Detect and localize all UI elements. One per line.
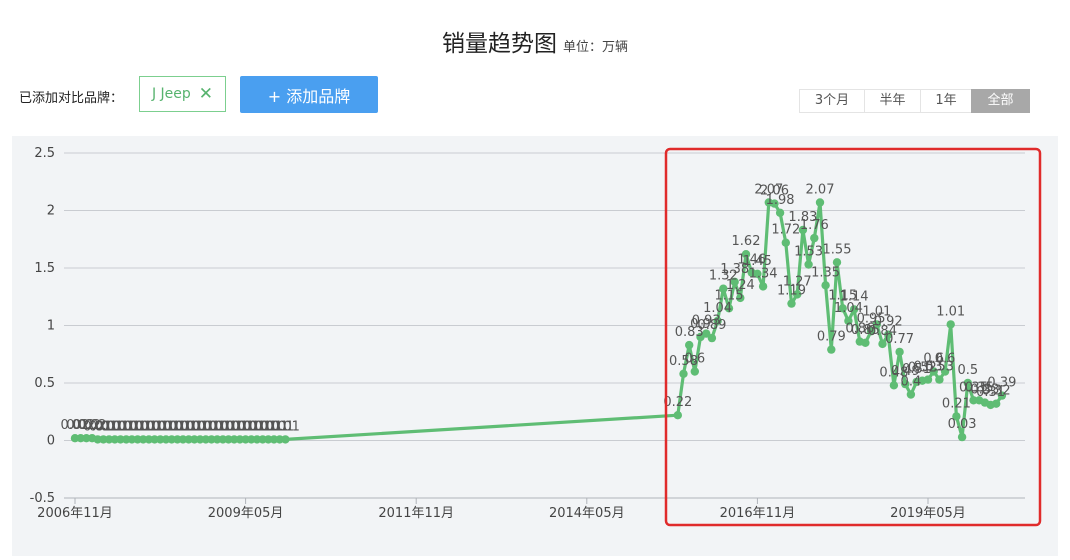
data-label: 1.76 [800, 218, 829, 233]
data-point [815, 198, 825, 207]
data-label: 1.53 [794, 245, 823, 260]
data-label: 0.39 [987, 376, 1016, 391]
data-label: 0.03 [948, 417, 977, 432]
data-label: 1.62 [732, 234, 761, 249]
data-label: 0.6 [935, 352, 956, 367]
data-point [685, 340, 694, 350]
data-label: 0.01 [271, 419, 300, 434]
data-point [281, 435, 290, 444]
line-chart: -0.5 0 0.5 1 1.5 2 2.5 2006年11月 2009年05月 2011年11月… [30, 146, 1042, 527]
data-point [992, 399, 1001, 408]
data-label: 0.79 [817, 330, 846, 345]
y-tick-label: 2 [47, 204, 55, 219]
x-tick-label: 2019年05月 [890, 506, 966, 521]
data-label: 0.77 [885, 332, 914, 347]
y-tick-label: 2.5 [34, 146, 55, 161]
data-label: 0.22 [663, 395, 692, 410]
data-label: 1.55 [823, 242, 852, 257]
data-point [861, 338, 870, 347]
y-tick-label: 1 [47, 319, 55, 334]
data-point [673, 411, 682, 420]
data-point [889, 381, 899, 390]
y-tick-label: 0.5 [34, 376, 55, 391]
x-tick-label: 2011年11月 [378, 506, 454, 521]
data-label: 1.14 [840, 289, 869, 304]
data-label: 1.34 [749, 266, 778, 281]
data-point [775, 208, 785, 217]
data-label: 1.98 [766, 193, 795, 208]
data-label: 0.92 [874, 315, 903, 330]
data-label: 0.21 [942, 396, 971, 411]
data-point [935, 375, 944, 384]
y-tick-label: 0 [47, 434, 55, 449]
data-label: 1.27 [783, 274, 812, 289]
y-tick-label: -0.5 [30, 491, 55, 506]
x-tick-label: 2016年11月 [720, 506, 796, 521]
data-point [707, 333, 717, 343]
data-point [781, 238, 790, 247]
data-point [957, 432, 967, 442]
data-label: 0.5 [957, 363, 978, 378]
data-point [787, 299, 796, 308]
data-label: 1.01 [936, 304, 965, 319]
x-tick-label: 2014年05月 [549, 506, 625, 521]
data-point [906, 390, 916, 399]
data-point [758, 282, 768, 291]
data-label: 1.35 [811, 265, 840, 280]
x-tick-label: 2006年11月 [37, 506, 113, 521]
data-label: 0.89 [697, 318, 726, 333]
data-point [895, 347, 904, 357]
data-point [946, 320, 955, 329]
data-label: 0.6 [684, 352, 705, 367]
data-point [827, 345, 836, 354]
data-point [810, 233, 819, 243]
x-tick-label: 2009年05月 [208, 506, 284, 521]
data-label: 2.07 [806, 183, 835, 198]
y-tick-label: 1.5 [34, 261, 55, 276]
data-point [679, 369, 688, 378]
